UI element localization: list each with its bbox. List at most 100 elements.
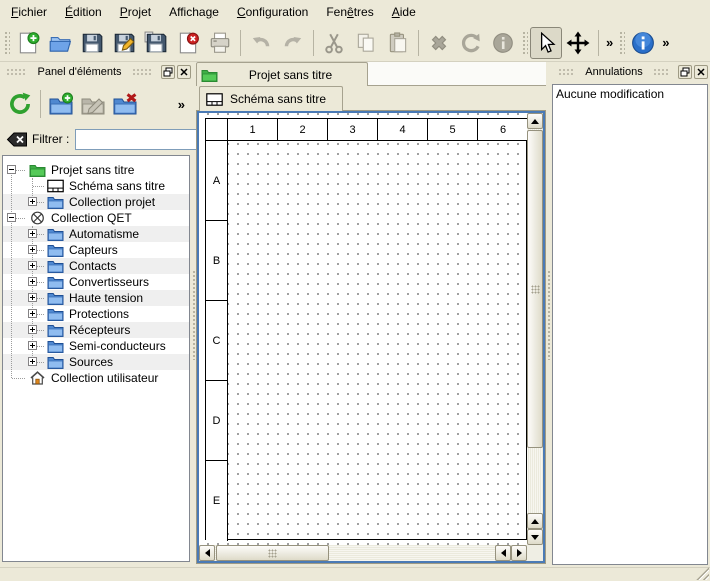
clear-filter-icon: [6, 132, 28, 147]
column-header: 3: [328, 119, 378, 141]
open-button[interactable]: [44, 27, 76, 59]
collections-toolbar-overflow-button[interactable]: »: [178, 97, 185, 112]
expand-icon[interactable]: [28, 357, 37, 366]
expand-icon[interactable]: [28, 229, 37, 238]
expand-icon[interactable]: [28, 325, 37, 334]
toolbar-handle[interactable]: [3, 30, 10, 56]
tree-item-collection-qet[interactable]: Collection QET: [3, 210, 189, 226]
schema-canvas[interactable]: 1 2 3 4 5 6 A B C D E: [199, 113, 527, 545]
collapse-icon[interactable]: [7, 165, 16, 174]
folder-icon: [47, 339, 65, 353]
expand-icon[interactable]: [28, 293, 37, 302]
expand-icon[interactable]: [28, 261, 37, 270]
new-category-button[interactable]: [45, 88, 77, 120]
undo-list-item[interactable]: Aucune modification: [553, 85, 707, 102]
edit-category-button[interactable]: [77, 88, 109, 120]
resize-grip[interactable]: [696, 567, 709, 580]
pan-mode-button[interactable]: [562, 27, 594, 59]
undo-button[interactable]: [245, 27, 277, 59]
toolbar-handle[interactable]: [618, 30, 625, 56]
expand-icon[interactable]: [28, 277, 37, 286]
toolbar-separator: [40, 90, 41, 118]
horizontal-scrollbar-thumb[interactable]: [216, 545, 329, 561]
vertical-scrollbar[interactable]: [527, 113, 543, 545]
save-as-icon: [112, 31, 136, 55]
tree-item-schema-sans-titre[interactable]: Schéma sans titre: [3, 178, 189, 194]
status-bar: [0, 567, 710, 581]
menu-affichage[interactable]: Affichage: [160, 1, 228, 23]
clear-filter-button[interactable]: [6, 130, 28, 148]
tree-item-contacts[interactable]: Contacts: [3, 258, 189, 274]
delete-button[interactable]: [423, 27, 455, 59]
tree-item-projet-sans-titre[interactable]: Projet sans titre: [3, 162, 189, 178]
tree-item-collection-utilisateur[interactable]: Collection utilisateur: [3, 370, 189, 386]
delete-category-button[interactable]: [109, 88, 141, 120]
vertical-scrollbar-thumb[interactable]: [527, 130, 543, 448]
menu-fichier[interactable]: Fichier: [2, 1, 56, 23]
menu-aide[interactable]: Aide: [383, 1, 425, 23]
dock-grip: [558, 67, 575, 77]
close-file-button[interactable]: [172, 27, 204, 59]
reload-collections-button[interactable]: [4, 88, 36, 120]
horizontal-scrollbar[interactable]: [199, 545, 527, 561]
schema-info-button[interactable]: [627, 27, 659, 59]
tree-item-haute-tension[interactable]: Haute tension: [3, 290, 189, 306]
select-mode-button[interactable]: [530, 27, 562, 59]
expand-icon[interactable]: [28, 245, 37, 254]
delete-icon: [427, 31, 451, 55]
redo-button[interactable]: [277, 27, 309, 59]
folder-icon: [47, 275, 65, 289]
expand-icon[interactable]: [28, 341, 37, 350]
float-panel-button[interactable]: [161, 65, 175, 79]
tab-projet-sans-titre[interactable]: Projet sans titre: [196, 62, 368, 86]
expand-icon[interactable]: [28, 309, 37, 318]
row-header: D: [206, 381, 228, 461]
expand-icon[interactable]: [28, 197, 37, 206]
row-header: E: [206, 461, 228, 541]
folder-icon: [47, 227, 65, 241]
element-info-button[interactable]: [487, 27, 519, 59]
toolbar-overflow-button[interactable]: »: [659, 35, 672, 50]
menu-configuration[interactable]: Configuration: [228, 1, 317, 23]
tree-item-sources[interactable]: Sources: [3, 354, 189, 370]
undo-panel-titlebar[interactable]: Annulations: [552, 62, 708, 82]
tree-item-convertisseurs[interactable]: Convertisseurs: [3, 274, 189, 290]
copy-button[interactable]: [350, 27, 382, 59]
scroll-up-button[interactable]: [527, 513, 543, 529]
menu-edition[interactable]: Édition: [56, 1, 111, 23]
column-header: 5: [428, 119, 478, 141]
tree-item-semi-conducteurs[interactable]: Semi-conducteurs: [3, 338, 189, 354]
scroll-down-button[interactable]: [527, 529, 543, 545]
close-panel-button[interactable]: [177, 65, 191, 79]
scroll-left-button[interactable]: [495, 545, 511, 561]
elements-panel-titlebar[interactable]: Panel d'éléments: [0, 62, 191, 82]
tree-item-capteurs[interactable]: Capteurs: [3, 242, 189, 258]
print-button[interactable]: [204, 27, 236, 59]
tree-item-automatisme[interactable]: Automatisme: [3, 226, 189, 242]
toolbar-handle[interactable]: [521, 30, 528, 56]
tab-schema-sans-titre[interactable]: Schéma sans titre: [199, 86, 343, 111]
refresh-icon: [7, 91, 33, 117]
rotate-button[interactable]: [455, 27, 487, 59]
collapse-icon[interactable]: [7, 213, 16, 222]
save-as-button[interactable]: [108, 27, 140, 59]
paste-button[interactable]: [382, 27, 414, 59]
tree-item-collection-projet[interactable]: Collection projet: [3, 194, 189, 210]
menu-fenetres[interactable]: Fenêtres: [317, 1, 382, 23]
save-all-button[interactable]: [140, 27, 172, 59]
menu-projet[interactable]: Projet: [111, 1, 160, 23]
tree-item-protections[interactable]: Protections: [3, 306, 189, 322]
toolbar-overflow-button[interactable]: »: [603, 35, 616, 50]
float-panel-button[interactable]: [678, 65, 692, 79]
scroll-up-button[interactable]: [527, 113, 543, 129]
scroll-left-button[interactable]: [199, 545, 215, 561]
folder-edit-icon: [80, 91, 106, 117]
cut-button[interactable]: [318, 27, 350, 59]
save-button[interactable]: [76, 27, 108, 59]
tree-item-recepteurs[interactable]: Récepteurs: [3, 322, 189, 338]
scroll-right-button[interactable]: [511, 545, 527, 561]
new-document-button[interactable]: [12, 27, 44, 59]
schema-tabbar: Schéma sans titre: [196, 86, 546, 110]
qet-collection-icon: [29, 211, 47, 225]
close-panel-button[interactable]: [694, 65, 708, 79]
